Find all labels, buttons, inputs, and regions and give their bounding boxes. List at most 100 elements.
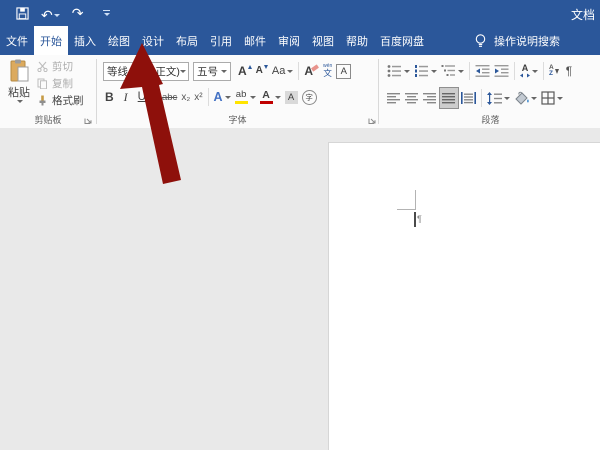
font-dialog-launcher[interactable] [368,116,377,125]
borders-icon [541,91,555,105]
font-size-combo[interactable]: 五号 [193,62,231,81]
tab-review[interactable]: 审阅 [272,26,306,55]
customize-qat-icon [103,10,110,11]
bullets-button[interactable] [385,61,412,81]
font-name-value: 等线 (中文正文) [107,64,180,79]
bullets-dropdown-icon [404,70,410,73]
line-spacing-button[interactable] [485,88,512,108]
increase-indent-button[interactable] [492,61,511,81]
line-spacing-dropdown-icon [504,97,510,100]
font-size-dropdown-icon [221,70,227,73]
font-name-combo[interactable]: 等线 (中文正文) [103,62,189,81]
change-case-dropdown-icon [287,70,293,73]
scissors-icon [37,61,48,72]
copy-button[interactable]: 复制 [37,76,84,91]
underline-dropdown-icon [148,96,154,99]
cut-button[interactable]: 剪切 [37,59,84,74]
redo-button[interactable]: ↷ [66,2,90,24]
tab-references[interactable]: 引用 [204,26,238,55]
align-right-button[interactable] [421,88,439,108]
tab-home[interactable]: 开始 [34,26,68,55]
pilcrow-icon: ¶ [566,64,572,78]
character-border-button[interactable]: A [334,61,353,81]
eraser-icon [311,64,319,72]
asian-layout-button[interactable]: A [518,61,540,81]
superscript-button[interactable]: x² [192,87,204,107]
sort-icon: AZ [549,65,559,78]
separator [298,62,299,80]
text-highlight-icon: ab [235,90,248,104]
italic-button[interactable]: I [122,87,130,107]
font-color-dropdown-icon [275,96,281,99]
tab-file[interactable]: 文件 [0,26,34,55]
character-border-glyph: A [336,64,351,79]
format-painter-label: 格式刷 [52,93,84,108]
paragraph-group-label: 段落 [379,113,600,126]
enclose-characters-button[interactable]: 字 [300,87,319,107]
borders-button[interactable] [539,88,565,108]
align-right-icon [423,92,437,104]
font-color-button[interactable]: A [258,87,283,107]
superscript-glyph: x² [194,92,202,103]
multilevel-list-button[interactable] [439,61,466,81]
underline-button[interactable]: U [136,87,156,107]
undo-button[interactable]: ↶ [35,2,66,24]
text-highlight-button[interactable]: ab [233,87,258,107]
numbering-button[interactable] [412,61,439,81]
bold-button[interactable]: B [103,87,116,107]
font-group: 等线 (中文正文) 五号 A A Aa A [97,55,378,128]
font-size-value: 五号 [197,64,218,79]
shading-button[interactable] [512,88,539,108]
distribute-icon [461,92,476,104]
align-left-button[interactable] [385,88,403,108]
italic-glyph: I [124,90,128,105]
separator [543,62,544,80]
character-shading-button[interactable]: A [283,87,300,107]
margin-corner-mark [415,190,416,210]
decrease-indent-icon [475,64,490,78]
customize-qat-button[interactable] [97,2,116,24]
enclose-characters-glyph: 字 [302,90,317,105]
strikethrough-button[interactable]: abc [160,87,179,107]
text-effects-glyph: A [214,90,223,104]
subscript-button[interactable]: x₂ [179,87,192,107]
paste-button[interactable]: 粘贴 [3,59,35,112]
sort-button[interactable]: AZ [547,61,561,81]
save-icon [16,7,29,20]
tab-baidu-netdisk[interactable]: 百度网盘 [374,26,430,55]
shrink-font-glyph: A [256,66,263,76]
clipboard-commands: 剪切 复制 格式刷 [37,59,84,108]
format-painter-button[interactable]: 格式刷 [37,93,84,108]
change-case-button[interactable]: Aa [270,61,295,81]
tab-design[interactable]: 设计 [136,26,170,55]
text-effects-button[interactable]: A [212,87,233,107]
grow-font-glyph: A [238,65,247,77]
tab-layout[interactable]: 布局 [170,26,204,55]
tab-insert[interactable]: 插入 [68,26,102,55]
clear-formatting-button[interactable]: A [302,61,321,81]
tab-help[interactable]: 帮助 [340,26,374,55]
bullets-icon [387,64,402,78]
redo-icon: ↷ [72,5,84,22]
tab-mailings[interactable]: 邮件 [238,26,272,55]
margin-corner-mark [397,209,415,210]
align-center-icon [405,92,419,104]
decrease-indent-button[interactable] [473,61,492,81]
tab-draw[interactable]: 绘图 [102,26,136,55]
justify-button[interactable] [439,87,459,109]
clipboard-dialog-launcher[interactable] [84,116,93,125]
shrink-font-button[interactable]: A [254,61,270,81]
document-page[interactable] [328,142,600,450]
borders-dropdown-icon [557,97,563,100]
phonetic-guide-button[interactable]: wén 文 [321,61,334,81]
separator [208,88,209,106]
multilevel-list-icon [441,64,456,78]
align-center-button[interactable] [403,88,421,108]
word-window: ↶ ↷ 文档 文件 开始 插入 绘图 设计 布局 引用 邮件 审阅 视图 帮助 … [0,0,600,450]
distribute-button[interactable] [459,88,478,108]
show-hide-marks-button[interactable]: ¶ [564,61,574,81]
save-button[interactable] [10,2,35,24]
grow-font-button[interactable]: A [236,61,254,81]
tab-view[interactable]: 视图 [306,26,340,55]
tell-me-search[interactable]: 操作说明搜索 [474,26,560,55]
